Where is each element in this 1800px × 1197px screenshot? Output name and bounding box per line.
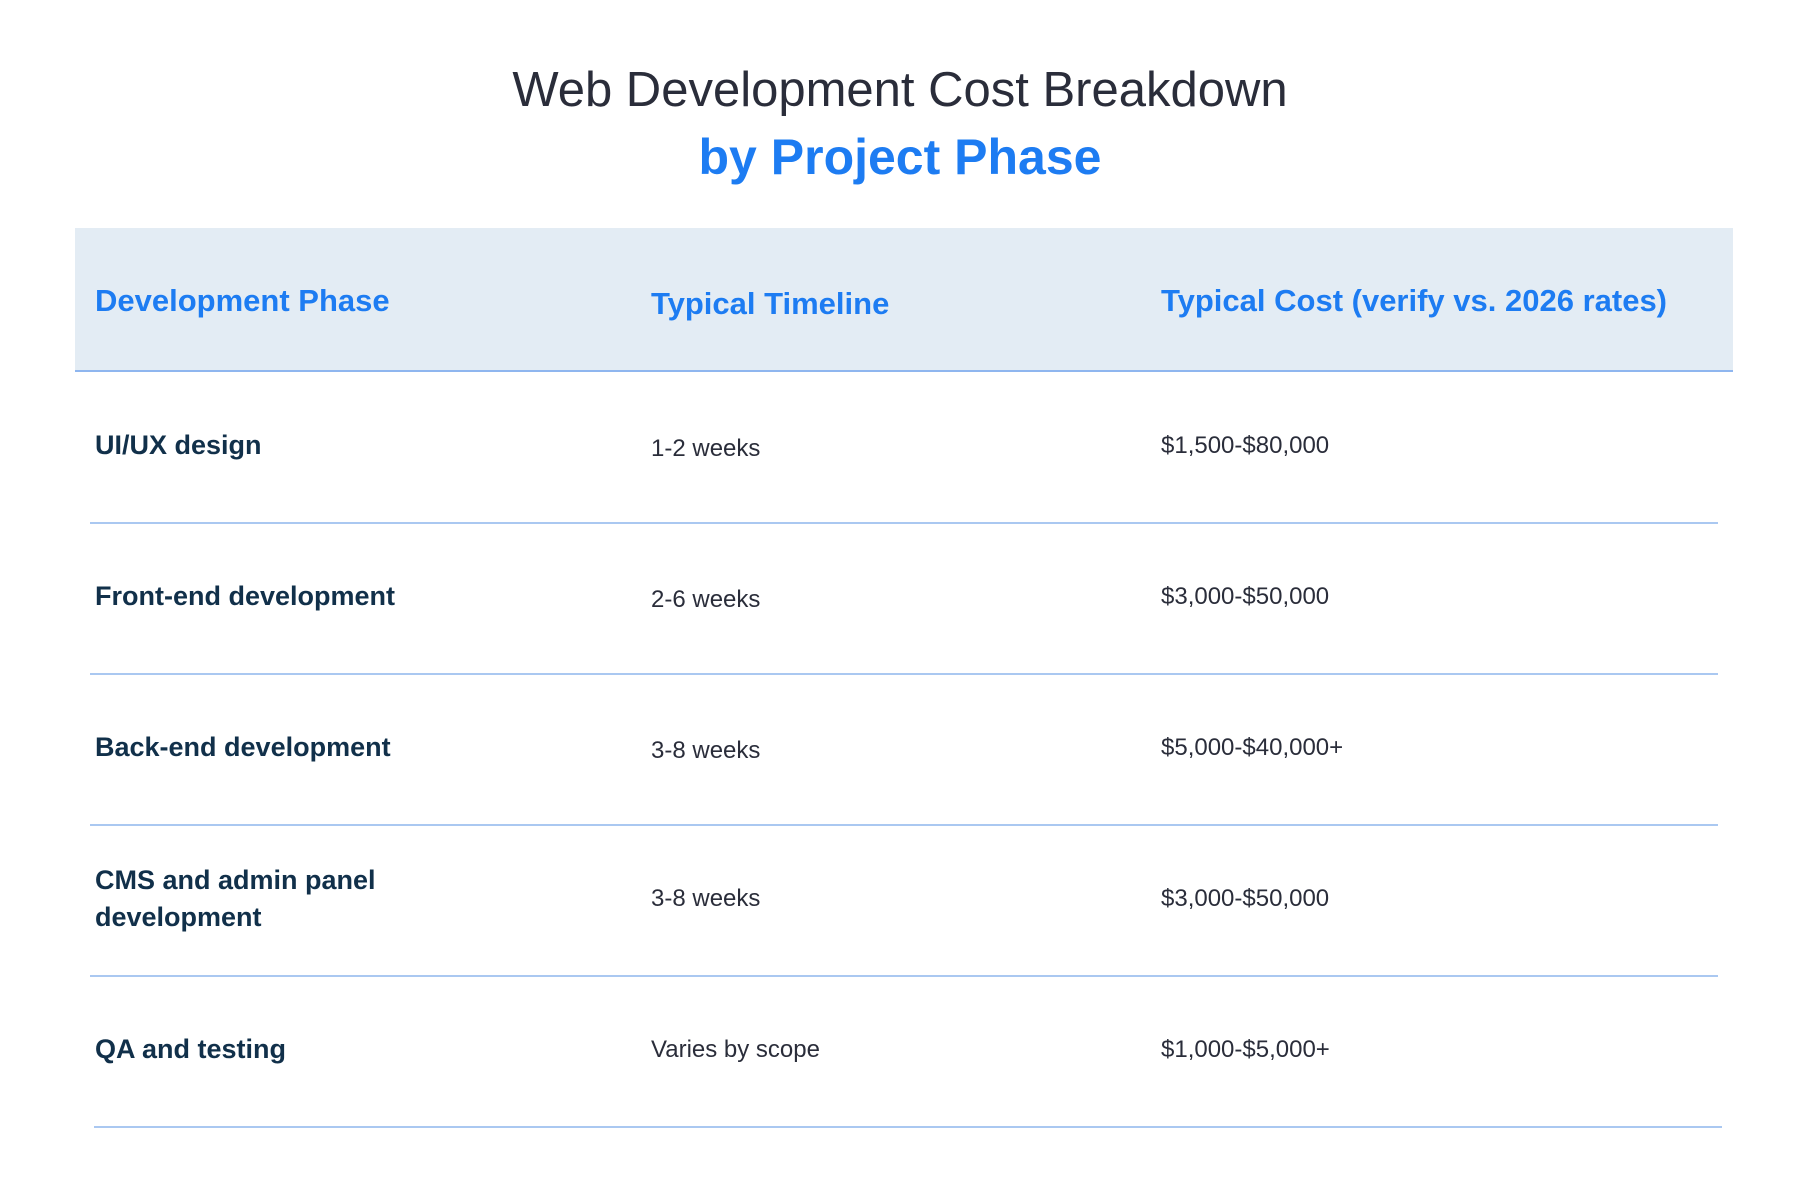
header-typical-timeline: Typical Timeline [651,286,890,321]
cell-cost: $1,000-$5,000+ [1161,1036,1330,1063]
cell-phase: UI/UX design [95,430,262,460]
row-divider [90,824,1718,826]
cell-timeline: 3-8 weeks [651,737,761,764]
cell-timeline: 3-8 weeks [651,885,761,912]
cell-cost: $5,000-$40,000+ [1161,734,1344,761]
row-divider [90,975,1718,977]
cell-phase: Front-end development [95,581,396,611]
page-subtitle: by Project Phase [698,129,1102,185]
cell-timeline: 2-6 weeks [651,586,761,613]
cell-timeline: Varies by scope [651,1036,820,1063]
cell-phase: Back-end development [95,732,391,762]
header-typical-cost: Typical Cost (verify vs. 2026 rates) [1161,283,1668,318]
cell-timeline: 1-2 weeks [651,435,761,462]
row-divider [94,1126,1722,1128]
row-divider [90,522,1718,524]
cell-phase: CMS and admin panel development [95,865,376,932]
cell-cost: $1,500-$80,000 [1161,432,1330,459]
header-development-phase: Development Phase [95,283,390,318]
row-divider [90,673,1718,675]
cell-cost: $3,000-$50,000 [1161,885,1330,912]
cell-phase: QA and testing [95,1034,287,1064]
cell-cost: $3,000-$50,000 [1161,583,1330,610]
page-title: Web Development Cost Breakdown [512,63,1288,117]
